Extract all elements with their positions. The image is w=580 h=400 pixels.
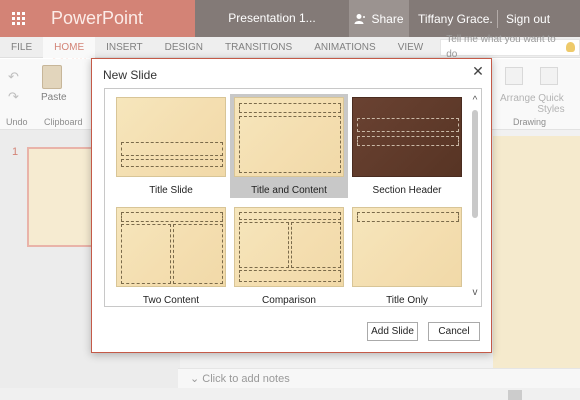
layout-name: Section Header [372, 185, 442, 196]
layout-gallery: Title Slide Title and Content Section He… [104, 88, 482, 307]
layout-name: Comparison [262, 295, 316, 306]
close-icon[interactable]: ✕ [470, 63, 486, 79]
vertical-scrollbar[interactable]: ^ v [468, 89, 481, 306]
layout-title-slide[interactable]: Title Slide [112, 97, 230, 196]
layout-thumbnail [116, 97, 226, 177]
layout-thumbnail [234, 207, 344, 287]
add-slide-button[interactable]: Add Slide [367, 322, 418, 341]
layout-two-content[interactable]: Two Content [112, 207, 230, 306]
layout-comparison[interactable]: Comparison [230, 207, 348, 306]
layout-name: Title and Content [251, 185, 327, 196]
layout-thumbnail [116, 207, 226, 287]
new-slide-dialog: New Slide ✕ Title Slide Title and Conten… [91, 58, 492, 353]
layout-title-only[interactable]: Title Only [348, 207, 466, 306]
layout-thumbnail [352, 97, 462, 177]
layout-name: Two Content [142, 295, 200, 306]
cancel-button[interactable]: Cancel [428, 322, 480, 341]
dialog-title: New Slide [103, 68, 158, 82]
scroll-up-icon[interactable]: ^ [470, 95, 480, 106]
layout-thumbnail [234, 97, 344, 177]
scroll-thumb[interactable] [472, 110, 478, 218]
layout-section-header[interactable]: Section Header [348, 97, 466, 196]
layout-thumbnail [352, 207, 462, 287]
layout-title-and-content[interactable]: Title and Content [230, 94, 348, 198]
layout-name: Title Slide [149, 185, 193, 196]
scroll-down-icon[interactable]: v [470, 287, 480, 298]
layout-name: Title Only [386, 295, 428, 306]
